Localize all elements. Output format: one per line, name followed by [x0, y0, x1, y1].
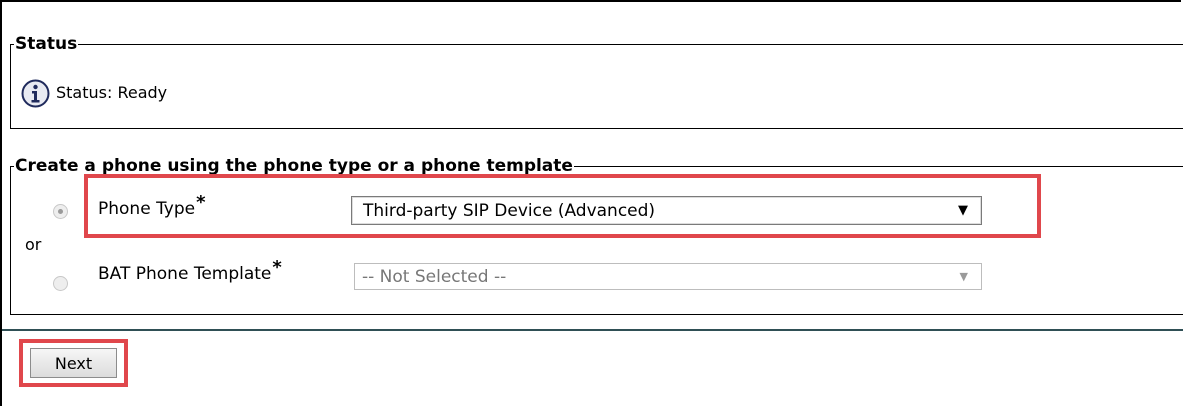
- info-icon: [21, 79, 50, 108]
- bat-template-label-text: BAT Phone Template: [98, 264, 272, 284]
- chevron-down-icon: ▼: [959, 270, 968, 283]
- or-text: or: [25, 235, 42, 254]
- create-phone-legend: Create a phone using the phone type or a…: [15, 156, 573, 176]
- phone-type-radio[interactable]: [53, 204, 68, 219]
- status-section: Status: [10, 34, 1183, 129]
- status-legend: Status: [15, 34, 78, 54]
- radio-selected-dot: [58, 209, 63, 214]
- required-marker: *: [272, 257, 282, 278]
- next-button-highlight: [19, 339, 128, 387]
- phone-type-highlight: [84, 174, 1041, 238]
- bat-template-label: BAT Phone Template*: [98, 258, 282, 285]
- status-text: Status: Ready: [56, 83, 168, 102]
- divider: [2, 329, 1183, 331]
- bat-template-select-value: -- Not Selected --: [362, 267, 507, 287]
- bat-template-radio[interactable]: [53, 276, 68, 291]
- bat-template-select[interactable]: -- Not Selected -- ▼: [354, 263, 982, 290]
